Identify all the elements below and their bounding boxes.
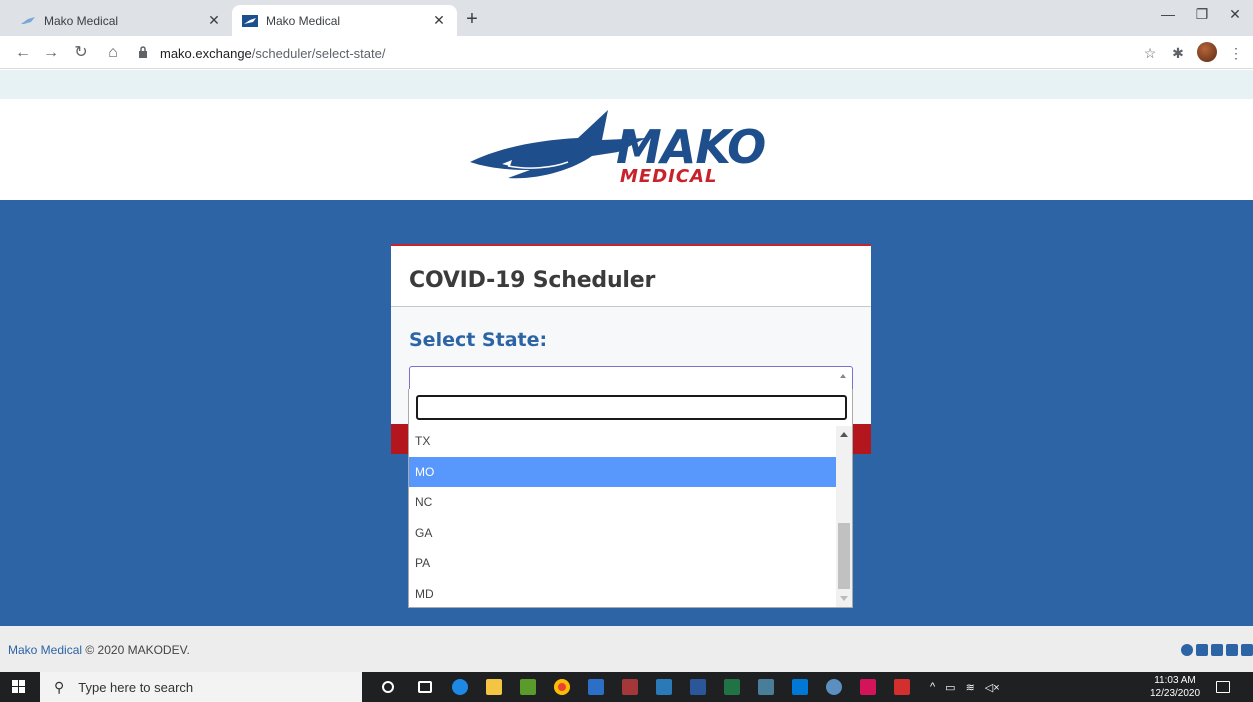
close-tab-icon[interactable]: ✕ [206, 12, 222, 29]
caret-up-icon [840, 374, 846, 378]
bookmark-star-icon[interactable]: ☆ [1140, 43, 1160, 63]
access-icon[interactable] [622, 679, 638, 695]
facebook-icon[interactable] [1181, 644, 1193, 656]
volume-icon[interactable]: ◁× [985, 681, 1000, 694]
acrobat-icon[interactable] [894, 679, 910, 695]
windows-start-icon[interactable] [12, 680, 26, 694]
chrome-icon[interactable] [554, 679, 570, 695]
tab-title: Mako Medical [266, 13, 341, 28]
restore-icon[interactable]: ❐ [1184, 6, 1220, 23]
new-tab-button[interactable]: + [460, 8, 484, 30]
address-bar[interactable]: mako.exchange/scheduler/select-state/ [138, 40, 1148, 66]
system-tray: ^ ▭ ≋ ◁× [930, 672, 1000, 702]
windows-taskbar: ⚲ Type here to search ^ ▭ ≋ ◁× 11:03 AM … [0, 672, 1253, 702]
forward-arrow-icon[interactable]: → [40, 42, 62, 64]
card-body: Select State: [391, 307, 871, 351]
indesign-icon[interactable] [860, 679, 876, 695]
email-icon[interactable] [1241, 644, 1253, 656]
store-icon[interactable] [520, 679, 536, 695]
youtube-icon[interactable] [1211, 644, 1223, 656]
state-option[interactable]: PA [409, 548, 837, 579]
social-links [1181, 644, 1253, 656]
menu-kebab-icon[interactable]: ⋮ [1226, 43, 1246, 63]
linkedin-icon[interactable] [1226, 644, 1238, 656]
mako-favicon-icon [242, 14, 258, 27]
search-icon: ⚲ [54, 678, 65, 695]
mako-medical-logo[interactable]: MAKO MEDICAL [468, 104, 798, 192]
page-title: COVID-19 Scheduler [409, 268, 656, 293]
profile-avatar[interactable] [1197, 42, 1217, 62]
logo-subtext: MEDICAL [620, 166, 718, 187]
extensions-puzzle-icon[interactable]: ✱ [1168, 43, 1188, 63]
taskbar-clock[interactable]: 11:03 AM 12/23/2020 [1150, 674, 1200, 700]
logo-wordmark: MAKO [616, 120, 766, 174]
twitter-icon[interactable] [1196, 644, 1208, 656]
state-option[interactable]: NC [409, 487, 837, 518]
browser-toolbar: ← → ↻ ⌂ mako.exchange/scheduler/select-s… [0, 36, 1253, 69]
minimize-icon[interactable]: — [1150, 6, 1186, 22]
cortana-icon[interactable] [382, 681, 394, 693]
browser-tab-active[interactable]: Mako Medical ✕ [232, 5, 457, 36]
close-window-icon[interactable]: ✕ [1217, 6, 1253, 23]
state-search-input[interactable] [416, 395, 847, 420]
footer-copyright: Mako Medical © 2020 MAKODEV. [8, 643, 190, 657]
state-option[interactable]: GA [409, 518, 837, 549]
browser-tab[interactable]: Mako Medical ✕ [10, 5, 232, 36]
select-state-label: Select State: [409, 329, 548, 351]
browser-app-icon[interactable] [826, 679, 842, 695]
back-arrow-icon[interactable]: ← [12, 42, 34, 64]
footer-brand-link[interactable]: Mako Medical [8, 643, 82, 657]
excel-icon[interactable] [724, 679, 740, 695]
browser-tab-strip: Mako Medical ✕ Mako Medical ✕ + — ❐ ✕ [0, 0, 1253, 36]
page-top-strip [0, 70, 1253, 99]
site-footer: Mako Medical © 2020 MAKODEV. [0, 626, 1253, 672]
lock-icon [138, 46, 152, 60]
battery-icon[interactable]: ▭ [945, 681, 955, 694]
state-option[interactable]: MD [409, 579, 837, 608]
shark-favicon-icon [20, 15, 36, 27]
url-host: mako.exchange [160, 45, 252, 61]
clock-time: 11:03 AM [1154, 675, 1196, 686]
scroll-up-arrow-icon[interactable] [840, 432, 848, 437]
clock-date: 12/23/2020 [1150, 688, 1201, 699]
file-explorer-icon[interactable] [486, 679, 502, 695]
calculator-icon[interactable] [758, 679, 774, 695]
outlook-icon[interactable] [792, 679, 808, 695]
media-icon[interactable] [656, 679, 672, 695]
url-path: /scheduler/select-state/ [251, 45, 386, 61]
dropdown-scrollbar[interactable] [836, 426, 852, 607]
reload-icon[interactable]: ↻ [70, 42, 92, 64]
chevron-up-icon[interactable]: ^ [930, 681, 935, 693]
task-view-icon[interactable] [418, 681, 432, 693]
close-tab-icon[interactable]: ✕ [431, 12, 447, 29]
taskbar-search-box[interactable]: ⚲ Type here to search [40, 672, 362, 702]
word-icon[interactable] [690, 679, 706, 695]
notifications-icon[interactable] [1216, 681, 1230, 693]
state-dropdown: TX MO NC GA PA MD [408, 389, 853, 608]
scroll-down-arrow-icon[interactable] [840, 596, 848, 601]
tab-title: Mako Medical [44, 13, 119, 28]
edge-browser-icon[interactable] [452, 679, 468, 695]
app-window-icon[interactable] [588, 679, 604, 695]
home-icon[interactable]: ⌂ [102, 42, 124, 64]
state-option-highlighted[interactable]: MO [409, 456, 837, 487]
scrollbar-thumb[interactable] [838, 523, 850, 589]
footer-copyright-text: © 2020 MAKODEV. [82, 643, 190, 657]
wifi-icon[interactable]: ≋ [966, 681, 975, 694]
state-options-list: TX MO NC GA PA MD [409, 426, 837, 607]
card-header: COVID-19 Scheduler [391, 246, 871, 307]
state-option[interactable]: TX [409, 426, 837, 457]
taskbar-search-placeholder: Type here to search [78, 679, 194, 695]
